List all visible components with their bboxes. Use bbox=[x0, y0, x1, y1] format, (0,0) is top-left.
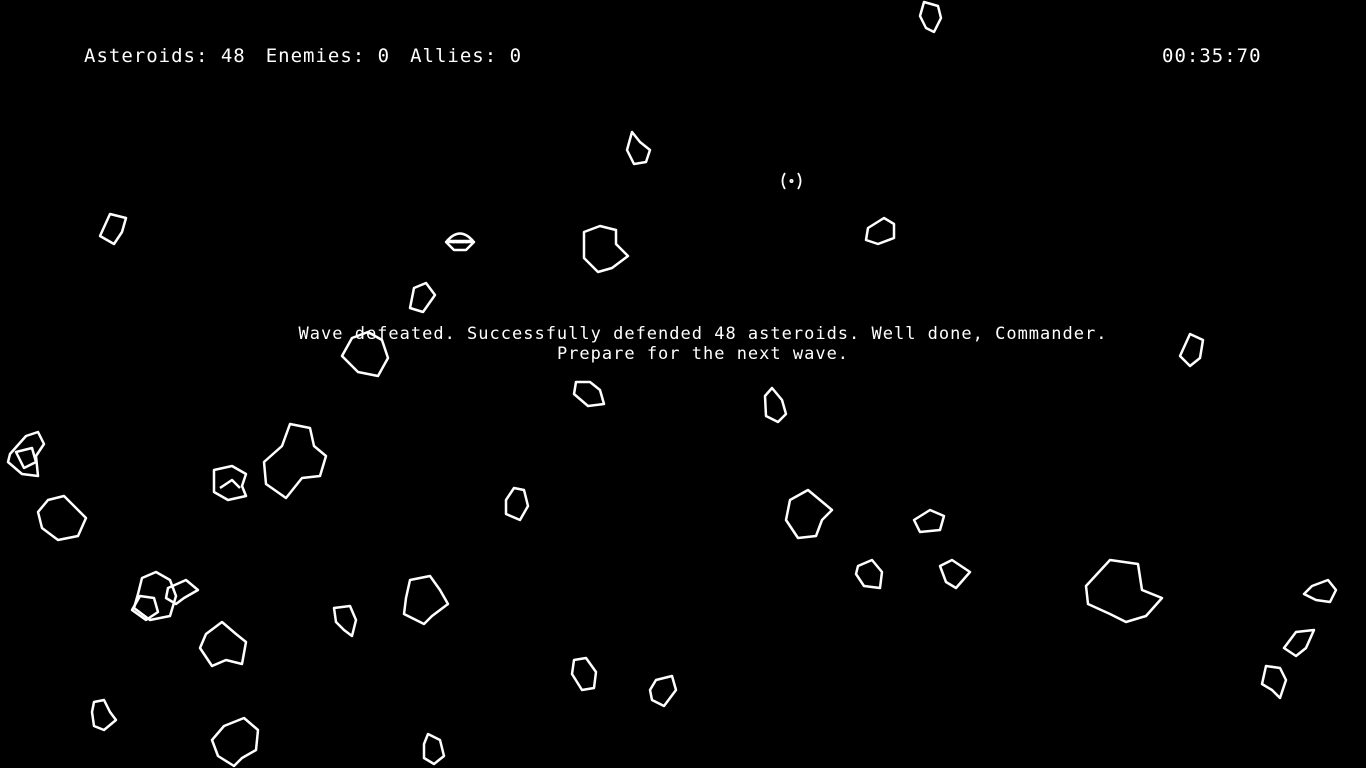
asteroid bbox=[262, 422, 328, 500]
game-canvas[interactable]: Asteroids: 48 Enemies: 0 Allies: 0 00:35:7… bbox=[0, 0, 1366, 768]
asteroid bbox=[1302, 578, 1338, 604]
asteroid bbox=[648, 674, 678, 708]
hud-stats: Asteroids: 48 Enemies: 0 Allies: 0 bbox=[84, 45, 542, 67]
asteroid bbox=[784, 488, 834, 540]
asteroid bbox=[504, 486, 530, 522]
asteroid bbox=[402, 574, 450, 626]
asteroid bbox=[408, 281, 437, 314]
crosshair-icon bbox=[781, 172, 802, 190]
asteroid bbox=[912, 508, 946, 534]
asteroid bbox=[582, 224, 630, 274]
asteroid bbox=[212, 464, 248, 502]
asteroid bbox=[854, 558, 884, 590]
saucer-ship-icon bbox=[444, 232, 476, 252]
asteroid bbox=[422, 732, 446, 766]
wave-message-line2: Prepare for the next wave. bbox=[556, 344, 850, 364]
asteroid bbox=[210, 716, 260, 768]
wave-message: Wave defeated. Successfully defended 48 … bbox=[0, 324, 1366, 364]
asteroid-detail bbox=[219, 478, 241, 490]
asteroid bbox=[6, 430, 46, 478]
asteroid bbox=[1260, 664, 1288, 700]
asteroid bbox=[938, 558, 972, 590]
allies-count: Allies: 0 bbox=[410, 45, 523, 67]
asteroid bbox=[864, 216, 896, 246]
enemies-count: Enemies: 0 bbox=[265, 45, 391, 67]
asteroids-count: Asteroids: 48 bbox=[84, 45, 246, 67]
asteroid bbox=[198, 620, 248, 668]
asteroid bbox=[625, 130, 652, 166]
wave-message-line1: Wave defeated. Successfully defended 48 … bbox=[298, 324, 1108, 344]
asteroid-field bbox=[6, 0, 1338, 768]
asteroid bbox=[763, 386, 788, 424]
asteroid bbox=[14, 446, 38, 470]
asteroid bbox=[332, 604, 358, 638]
asteroid bbox=[1282, 628, 1316, 658]
asteroid bbox=[98, 212, 128, 246]
asteroid bbox=[570, 656, 598, 692]
asteroid bbox=[918, 0, 943, 34]
asteroid bbox=[572, 380, 606, 408]
asteroid bbox=[1084, 558, 1164, 624]
game-timer: 00:35:70 bbox=[1162, 45, 1262, 67]
asteroid bbox=[36, 494, 88, 542]
asteroid bbox=[90, 698, 118, 732]
